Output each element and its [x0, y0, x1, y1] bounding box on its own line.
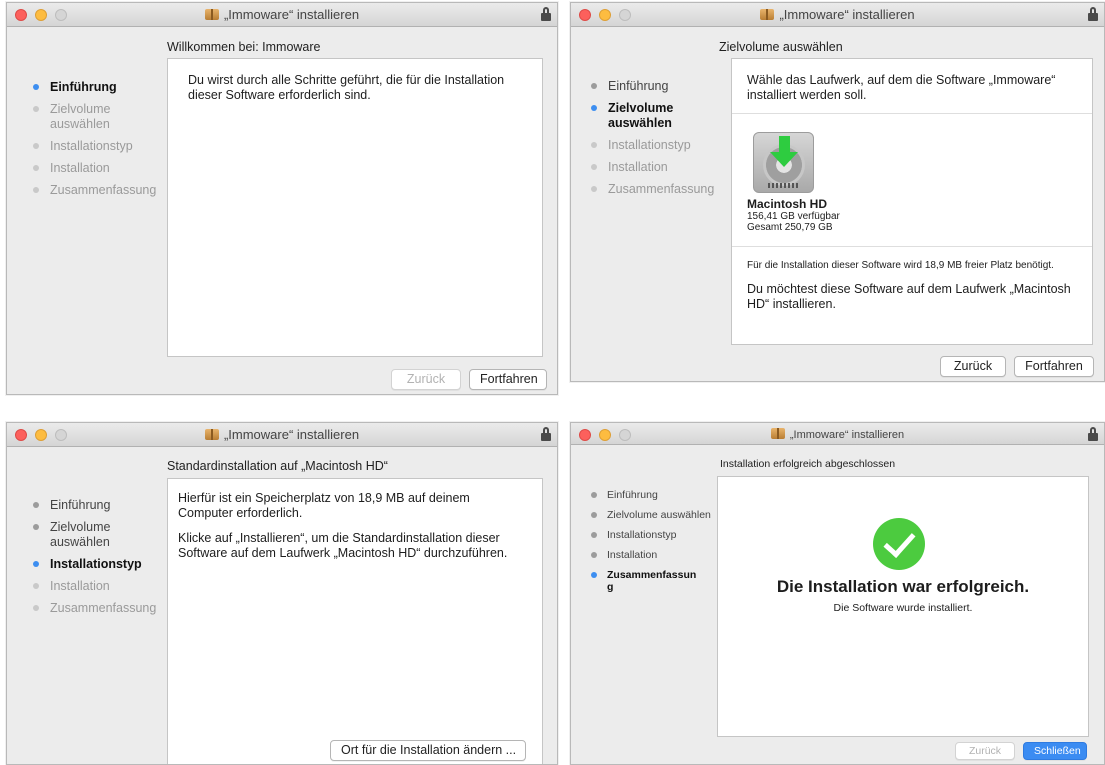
window-title-text: „Immoware“ installieren	[223, 7, 360, 22]
success-title: Die Installation war erfolgreich.	[776, 577, 1030, 596]
steps-sidebar: Einführung Zielvolume auswählen Installa…	[589, 489, 717, 601]
window-title-text: „Immoware“ installieren	[779, 7, 915, 22]
download-arrow-icon	[779, 136, 790, 153]
step-introduction: Einführung	[589, 489, 717, 501]
close-button[interactable]: Schließen	[1023, 742, 1087, 760]
change-install-location-button[interactable]: Ort für die Installation ändern ...	[330, 740, 526, 761]
step-summary: Zusammenfassung	[589, 569, 699, 593]
back-button[interactable]: Zurück	[940, 356, 1006, 377]
installer-window-installation-type: „Immoware“ installieren Standardinstalla…	[6, 422, 558, 765]
step-installation: Installation	[31, 579, 156, 594]
back-button[interactable]: Zurück	[391, 369, 461, 390]
steps-sidebar: Einführung Zielvolume auswählen Installa…	[31, 80, 156, 205]
window-title: „Immoware“ installieren	[7, 7, 557, 22]
step-destination: Zielvolume auswählen	[589, 509, 717, 521]
step-introduction: Einführung	[31, 498, 156, 513]
content-pane: Du wirst durch alle Schritte geführt, di…	[167, 58, 543, 357]
installer-window-welcome: „Immoware“ installieren Willkommen bei: …	[6, 2, 558, 395]
page-title: Standardinstallation auf „Macintosh HD“	[167, 459, 388, 473]
lock-icon	[541, 7, 551, 21]
title-bar[interactable]: „Immoware“ installieren	[7, 423, 557, 447]
step-installation-type: Installationstyp	[31, 139, 156, 154]
success-subtitle: Die Software wurde installiert.	[833, 602, 973, 614]
window-title: „Immoware“ installieren	[571, 7, 1104, 22]
lock-icon	[1088, 7, 1098, 21]
volume-available: 156,41 GB verfügbar	[747, 211, 840, 222]
space-note: Für die Installation dieser Software wir…	[747, 260, 1054, 271]
step-summary: Zusammenfassung	[589, 182, 714, 197]
content-pane: Die Installation war erfolgreich. Die So…	[717, 476, 1089, 737]
content-pane: Hierfür ist ein Speicherplatz von 18,9 M…	[167, 478, 543, 764]
divider	[732, 246, 1092, 247]
window-title: „Immoware“ installieren	[571, 428, 1104, 441]
package-icon	[204, 429, 219, 440]
step-summary: Zusammenfassung	[31, 183, 156, 198]
disk-grill	[768, 183, 800, 188]
intro-text: Du wirst durch alle Schritte geführt, di…	[188, 73, 505, 102]
step-installation-type: Installationstyp	[31, 557, 156, 572]
destination-prompt: Wähle das Laufwerk, auf dem die Software…	[747, 73, 1056, 102]
title-bar[interactable]: „Immoware“ installieren	[571, 3, 1104, 27]
window-title-text: „Immoware“ installieren	[223, 427, 360, 442]
title-bar[interactable]: „Immoware“ installieren	[571, 423, 1104, 445]
checkmark-icon	[873, 518, 925, 570]
lock-icon	[1088, 427, 1098, 441]
download-arrow-head	[770, 152, 798, 167]
volume-macintosh-hd[interactable]: Macintosh HD 156,41 GB verfügbar Gesamt …	[732, 114, 882, 244]
install-instructions: Klicke auf „Installieren“, um die Standa…	[178, 531, 508, 560]
step-installation-type: Installationstyp	[589, 529, 717, 541]
step-introduction: Einführung	[31, 80, 156, 95]
page-title: Installation erfolgreich abgeschlossen	[720, 458, 896, 470]
steps-sidebar: Einführung Zielvolume auswählen Installa…	[31, 498, 156, 623]
back-button[interactable]: Zurück	[955, 742, 1015, 760]
continue-button[interactable]: Fortfahren	[1014, 356, 1094, 377]
step-installation: Installation	[589, 549, 717, 561]
space-required-text: Hierfür ist ein Speicherplatz von 18,9 M…	[178, 491, 470, 520]
confirm-text: Du möchtest diese Software auf dem Laufw…	[747, 282, 1071, 311]
step-destination: Zielvolume auswählen	[31, 102, 156, 132]
installer-window-summary: „Immoware“ installieren Installation erf…	[570, 422, 1105, 765]
step-summary: Zusammenfassung	[31, 601, 156, 616]
window-title: „Immoware“ installieren	[7, 427, 557, 442]
step-installation-type: Installationstyp	[589, 138, 714, 153]
page-title: Zielvolume auswählen	[719, 40, 843, 54]
package-icon	[760, 9, 775, 20]
step-introduction: Einführung	[589, 79, 714, 94]
step-destination: Zielvolume auswählen	[31, 520, 156, 550]
installer-window-destination: „Immoware“ installieren Zielvolume auswä…	[570, 2, 1105, 382]
title-bar[interactable]: „Immoware“ installieren	[7, 3, 557, 27]
steps-sidebar: Einführung Zielvolume auswählen Installa…	[589, 79, 714, 204]
step-destination: Zielvolume auswählen	[589, 101, 714, 131]
volume-total: Gesamt 250,79 GB	[747, 222, 833, 233]
package-icon	[770, 428, 785, 439]
continue-button[interactable]: Fortfahren	[469, 369, 547, 390]
page-title: Willkommen bei: Immoware	[167, 40, 321, 54]
volume-name: Macintosh HD	[747, 197, 828, 211]
step-installation: Installation	[589, 160, 714, 175]
lock-icon	[541, 427, 551, 441]
window-title-text: „Immoware“ installieren	[789, 429, 905, 441]
step-installation: Installation	[31, 161, 156, 176]
hard-drive-icon	[753, 132, 814, 193]
content-pane: Wähle das Laufwerk, auf dem die Software…	[731, 58, 1093, 345]
package-icon	[204, 9, 219, 20]
